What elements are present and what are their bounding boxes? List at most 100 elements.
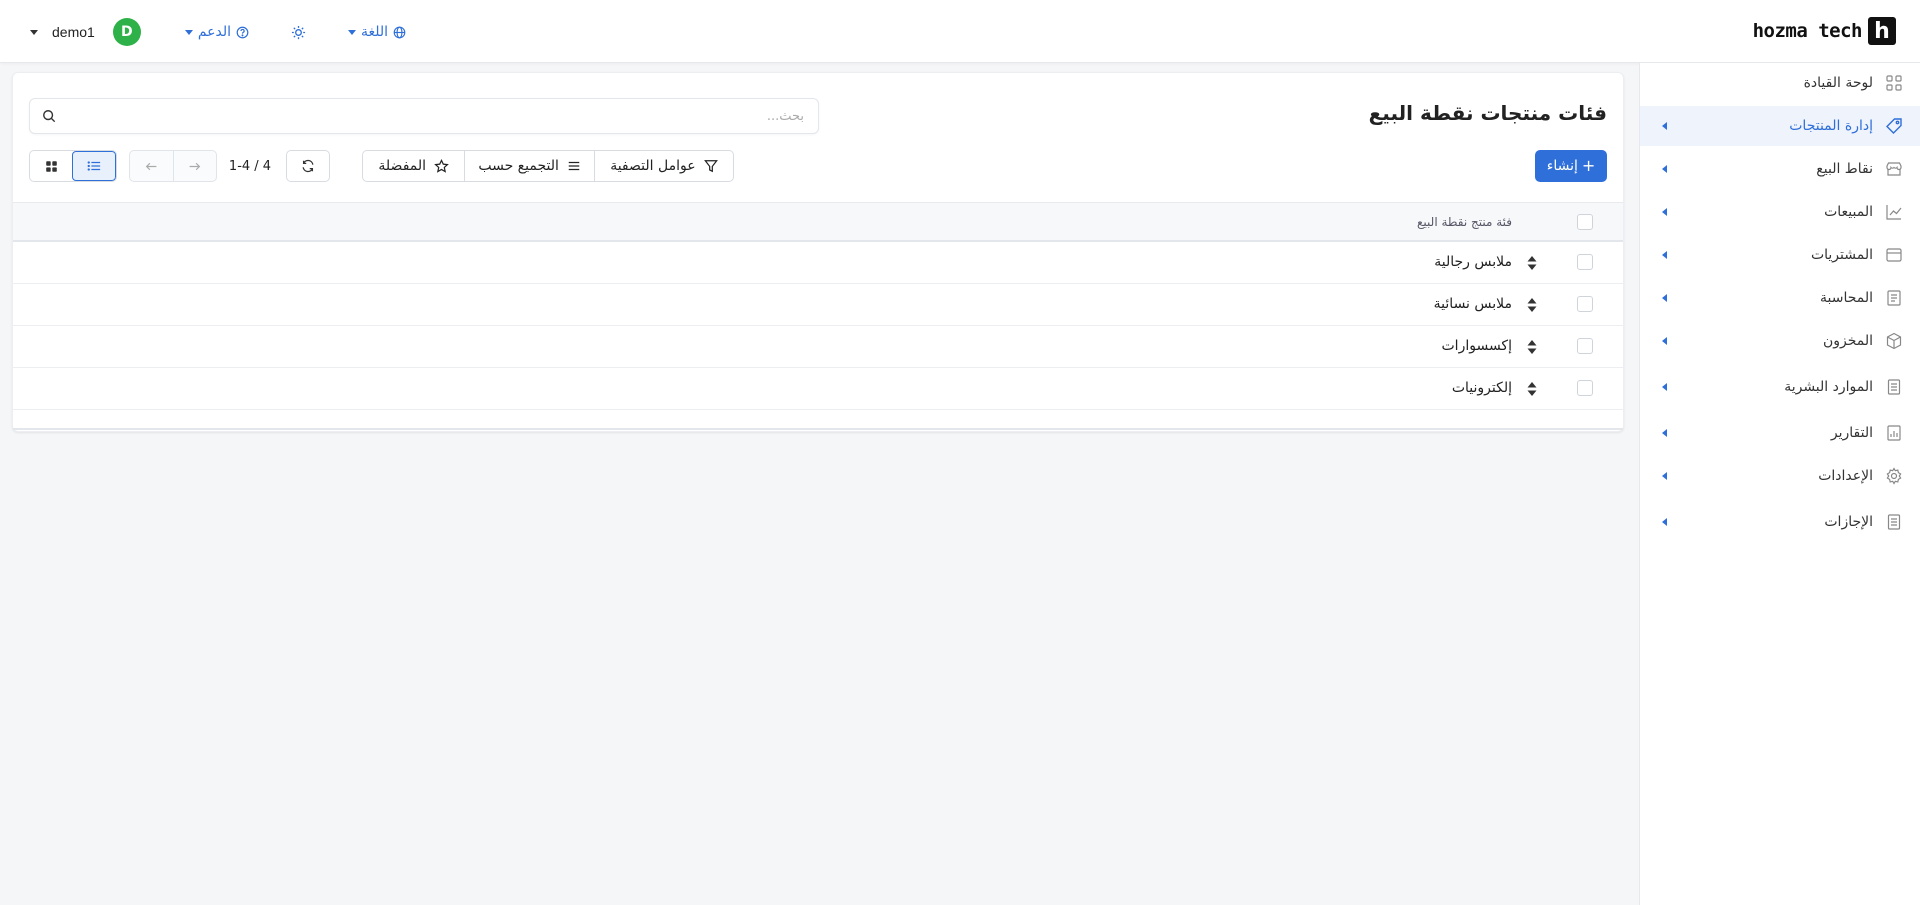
category-name: ملابس نسائية — [1433, 296, 1512, 312]
sidebar-item-label: الإجازات — [1824, 514, 1873, 530]
top-bar: hozma tech h demo1 D الدعم اللغة — [0, 0, 1920, 63]
filter-icon — [703, 160, 718, 173]
column-header-category[interactable]: فئة منتج نقطة البيع — [1417, 215, 1512, 229]
create-button[interactable]: + إنشاء — [1535, 150, 1607, 182]
sidebar-item-label: إدارة المنتجات — [1789, 118, 1873, 134]
sidebar-item-purchases[interactable]: المشتريات — [1640, 235, 1920, 275]
user-name[interactable]: demo1 — [52, 24, 95, 40]
document-icon — [1887, 379, 1901, 395]
sidebar-item-label: المخزون — [1822, 333, 1873, 349]
refresh-button[interactable] — [286, 150, 330, 182]
main-panel: فئات منتجات نقطة البيع + إنشاء عوامل الت… — [12, 72, 1624, 432]
sidebar-item-label: المبيعات — [1824, 204, 1873, 220]
search-box — [29, 98, 819, 134]
box-icon — [1886, 332, 1902, 350]
sidebar-item-label: نقاط البيع — [1816, 161, 1873, 177]
pager-next-button[interactable] — [172, 151, 217, 181]
brand-logo[interactable]: hozma tech h — [1753, 17, 1896, 45]
brand-name: hozma tech — [1752, 20, 1863, 42]
drag-handle-icon[interactable] — [1527, 298, 1537, 312]
group-by-label: التجميع حسب — [478, 158, 559, 174]
chart-line-icon — [1886, 205, 1902, 220]
dashboard-icon — [1886, 75, 1902, 91]
table-footer — [13, 410, 1623, 430]
sidebar-item-label: التقارير — [1830, 425, 1873, 441]
sidebar-item-dashboard[interactable]: لوحة القيادة — [1640, 63, 1920, 103]
create-label: إنشاء — [1546, 158, 1578, 174]
theme-toggle[interactable] — [291, 25, 306, 40]
table-row[interactable]: ملابس رجالية — [13, 242, 1623, 284]
user-menu-area: demo1 D الدعم اللغة — [30, 18, 406, 46]
star-icon — [434, 158, 449, 173]
help-circle-icon — [236, 26, 249, 38]
row-checkbox[interactable] — [1577, 338, 1593, 354]
table-row[interactable]: إلكترونيات — [13, 368, 1623, 410]
sidebar-item-reports[interactable]: التقارير — [1640, 413, 1920, 453]
refresh-icon — [302, 159, 314, 173]
pager-value[interactable]: 1-4 / 4 — [225, 150, 275, 182]
sidebar-item-label: المشتريات — [1810, 247, 1873, 263]
view-switcher — [29, 150, 117, 182]
category-name: ملابس رجالية — [1434, 254, 1512, 270]
page-title: فئات منتجات نقطة البيع — [1368, 101, 1607, 125]
search-icon[interactable] — [42, 109, 56, 123]
sidebar-item-sales[interactable]: المبيعات — [1640, 192, 1920, 232]
search-options-group: عوامل التصفية التجميع حسب المفضلة — [362, 150, 734, 182]
plus-icon: + — [1581, 156, 1596, 175]
sidebar-item-inventory[interactable]: المخزون — [1640, 321, 1920, 361]
chevron-down-icon — [348, 29, 356, 35]
ledger-icon — [1887, 290, 1901, 306]
list-view-button[interactable] — [72, 151, 116, 181]
support-label: الدعم — [197, 24, 231, 40]
drag-handle-icon[interactable] — [1527, 256, 1537, 270]
favorites-label: المفضلة — [378, 158, 427, 174]
sidebar-item-label: الإعدادات — [1818, 468, 1873, 484]
sidebar: لوحة القيادة إدارة المنتجات نقاط البيع ا… — [1639, 63, 1920, 905]
brand-mark: h — [1868, 17, 1896, 45]
pager-buttons — [129, 150, 217, 182]
gear-icon — [1886, 467, 1902, 485]
kanban-view-button[interactable] — [30, 151, 72, 181]
table-header: فئة منتج نقطة البيع — [13, 202, 1623, 242]
report-icon — [1887, 425, 1901, 441]
avatar[interactable]: D — [112, 18, 141, 46]
chevron-down-icon[interactable] — [30, 29, 38, 35]
row-checkbox[interactable] — [1577, 380, 1593, 396]
store-icon — [1886, 162, 1902, 176]
wallet-icon — [1886, 248, 1902, 262]
table-row[interactable]: إكسسوارات — [13, 326, 1623, 368]
sidebar-item-hr[interactable]: الموارد البشرية — [1640, 367, 1920, 407]
pager-previous-button[interactable] — [130, 151, 173, 181]
filters-label: عوامل التصفية — [610, 158, 696, 174]
sidebar-item-product-management[interactable]: إدارة المنتجات — [1640, 106, 1920, 146]
support-menu[interactable]: الدعم — [184, 24, 249, 40]
group-by-button[interactable]: التجميع حسب — [464, 151, 593, 181]
sidebar-item-leaves[interactable]: الإجازات — [1640, 502, 1920, 542]
arrow-right-icon — [189, 162, 201, 170]
chevron-down-icon — [184, 29, 193, 35]
category-name: إلكترونيات — [1451, 380, 1512, 396]
table-row[interactable]: ملابس نسائية — [13, 284, 1623, 326]
row-checkbox[interactable] — [1577, 254, 1593, 270]
category-name: إكسسوارات — [1441, 338, 1513, 354]
globe-icon — [393, 26, 406, 38]
grid-icon — [45, 160, 57, 172]
sidebar-item-label: الموارد البشرية — [1784, 379, 1873, 395]
document-icon — [1887, 514, 1901, 530]
sidebar-item-pos[interactable]: نقاط البيع — [1640, 149, 1920, 189]
drag-handle-icon[interactable] — [1527, 382, 1537, 396]
select-all-checkbox[interactable] — [1577, 214, 1593, 230]
filters-button[interactable]: عوامل التصفية — [593, 151, 733, 181]
row-checkbox[interactable] — [1577, 296, 1593, 312]
sidebar-item-label: المحاسبة — [1819, 290, 1873, 306]
drag-handle-icon[interactable] — [1527, 340, 1537, 354]
tag-icon — [1886, 118, 1902, 134]
sidebar-item-accounting[interactable]: المحاسبة — [1640, 278, 1920, 318]
language-menu[interactable]: اللغة — [348, 24, 406, 40]
records-table: فئة منتج نقطة البيع ملابس رجالية ملابس ن… — [13, 202, 1623, 430]
sidebar-item-label: لوحة القيادة — [1803, 75, 1873, 91]
favorites-button[interactable]: المفضلة — [363, 151, 464, 181]
search-input[interactable] — [84, 99, 804, 133]
sidebar-item-settings[interactable]: الإعدادات — [1640, 456, 1920, 496]
list-icon — [568, 161, 580, 171]
